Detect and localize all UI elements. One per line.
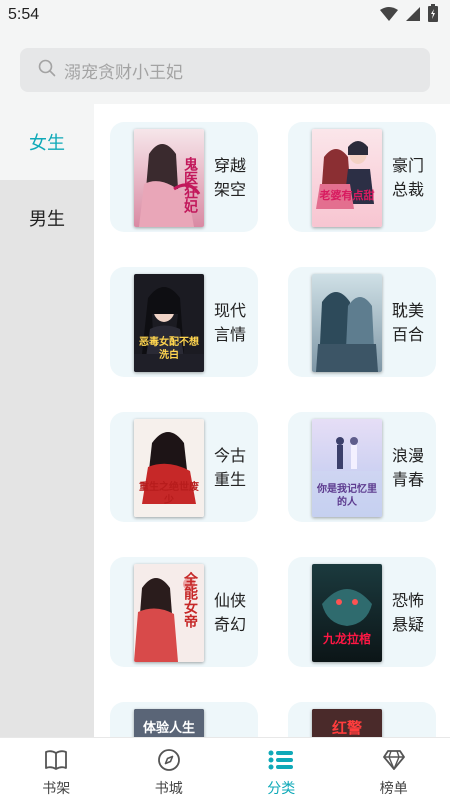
book-cover-title: 鬼医狂妃 — [182, 157, 198, 213]
category-list-icon — [268, 748, 294, 772]
category-label: 今古重生 — [214, 446, 247, 489]
book-cover-image: 你是我记忆里的人 — [312, 419, 382, 517]
battery-icon — [428, 4, 438, 26]
category-label: 豪门总裁 — [392, 156, 425, 199]
wifi-icon — [380, 6, 398, 25]
compass-icon — [157, 748, 181, 772]
category-card-xianxia[interactable]: 全能女帝 仙侠奇幻 — [110, 557, 258, 667]
category-label: 恐怖悬疑 — [392, 591, 425, 634]
category-card-xiandai[interactable]: 恶毒女配不想洗白 现代言情 — [110, 267, 258, 377]
book-cover-image: 红警 — [312, 709, 382, 737]
book-cover-title: 红警 — [331, 719, 362, 737]
sidebar-tab-female[interactable]: 女生 — [0, 104, 94, 180]
category-label: 现代言情 — [214, 301, 247, 344]
search-bar[interactable]: 溺宠贪财小王妃 — [20, 48, 430, 92]
book-cover-image: 体验人生 — [134, 709, 204, 737]
book-cover-title: 九龙拉棺 — [322, 632, 371, 646]
nav-label: 分类 — [267, 781, 296, 797]
nav-category[interactable]: 分类 — [225, 738, 338, 800]
book-cover-title: 恶毒女配不想洗白 — [139, 337, 199, 361]
book-icon — [44, 748, 68, 772]
book-cover-title: 体验人生 — [142, 721, 195, 736]
category-card-jingu[interactable]: 重生之绝世废少 今古重生 — [110, 412, 258, 522]
book-cover-image: 恶毒女配不想洗白 — [134, 274, 204, 372]
nav-bookshelf[interactable]: 书架 — [0, 738, 113, 800]
category-card-danmei[interactable]: 耽美百合 — [288, 267, 436, 377]
search-placeholder: 溺宠贪财小王妃 — [64, 62, 183, 83]
category-label: 耽美百合 — [392, 301, 425, 344]
book-cover-image: 重生之绝世废少 — [134, 419, 204, 517]
book-cover-image — [312, 274, 382, 372]
signal-icon — [406, 6, 420, 25]
category-label: 仙侠奇幻 — [214, 591, 247, 634]
nav-label: 书城 — [154, 781, 183, 797]
category-card-kongbu[interactable]: 九龙拉棺 恐怖悬疑 — [288, 557, 436, 667]
book-cover-title: 重生之绝世废少 — [139, 482, 199, 506]
category-sidebar: 女生 男生 — [0, 104, 94, 737]
status-bar: 5:54 — [0, 0, 450, 30]
sidebar-tab-male[interactable]: 男生 — [0, 180, 94, 256]
category-card-more-1[interactable]: 体验人生 — [110, 702, 258, 737]
book-cover-image: 老婆有点甜 — [312, 129, 382, 227]
category-card-langman[interactable]: 你是我记忆里的人 浪漫青春 — [288, 412, 436, 522]
book-cover-image: 全能女帝 — [134, 564, 204, 662]
status-time: 5:54 — [8, 6, 40, 23]
nav-label: 榜单 — [379, 781, 408, 797]
category-card-haomen[interactable]: 老婆有点甜 豪门总裁 — [288, 122, 436, 232]
category-label: 穿越架空 — [214, 156, 247, 199]
bottom-navigation: 书架 书城 分类 榜单 — [0, 737, 450, 800]
book-cover-image: 鬼医狂妃 — [134, 129, 204, 227]
book-cover-image: 九龙拉棺 — [312, 564, 382, 662]
nav-ranking[interactable]: 榜单 — [338, 738, 450, 800]
category-label: 浪漫青春 — [392, 446, 425, 489]
book-cover-title: 老婆有点甜 — [319, 189, 375, 202]
category-card-chuanyue[interactable]: 鬼医狂妃 穿越架空 — [110, 122, 258, 232]
diamond-icon — [382, 748, 406, 772]
book-cover-title: 你是我记忆里的人 — [317, 484, 377, 508]
search-icon — [38, 59, 56, 81]
sidebar-filler — [0, 256, 94, 737]
nav-bookstore[interactable]: 书城 — [113, 738, 226, 800]
book-cover-title: 全能女帝 — [182, 572, 198, 628]
nav-label: 书架 — [42, 781, 71, 797]
category-grid: 鬼医狂妃 穿越架空 老婆有点甜 豪门总裁 恶毒女配不想洗白 现代言情 耽美百合 … — [94, 104, 450, 737]
category-card-more-2[interactable]: 红警 — [288, 702, 436, 737]
